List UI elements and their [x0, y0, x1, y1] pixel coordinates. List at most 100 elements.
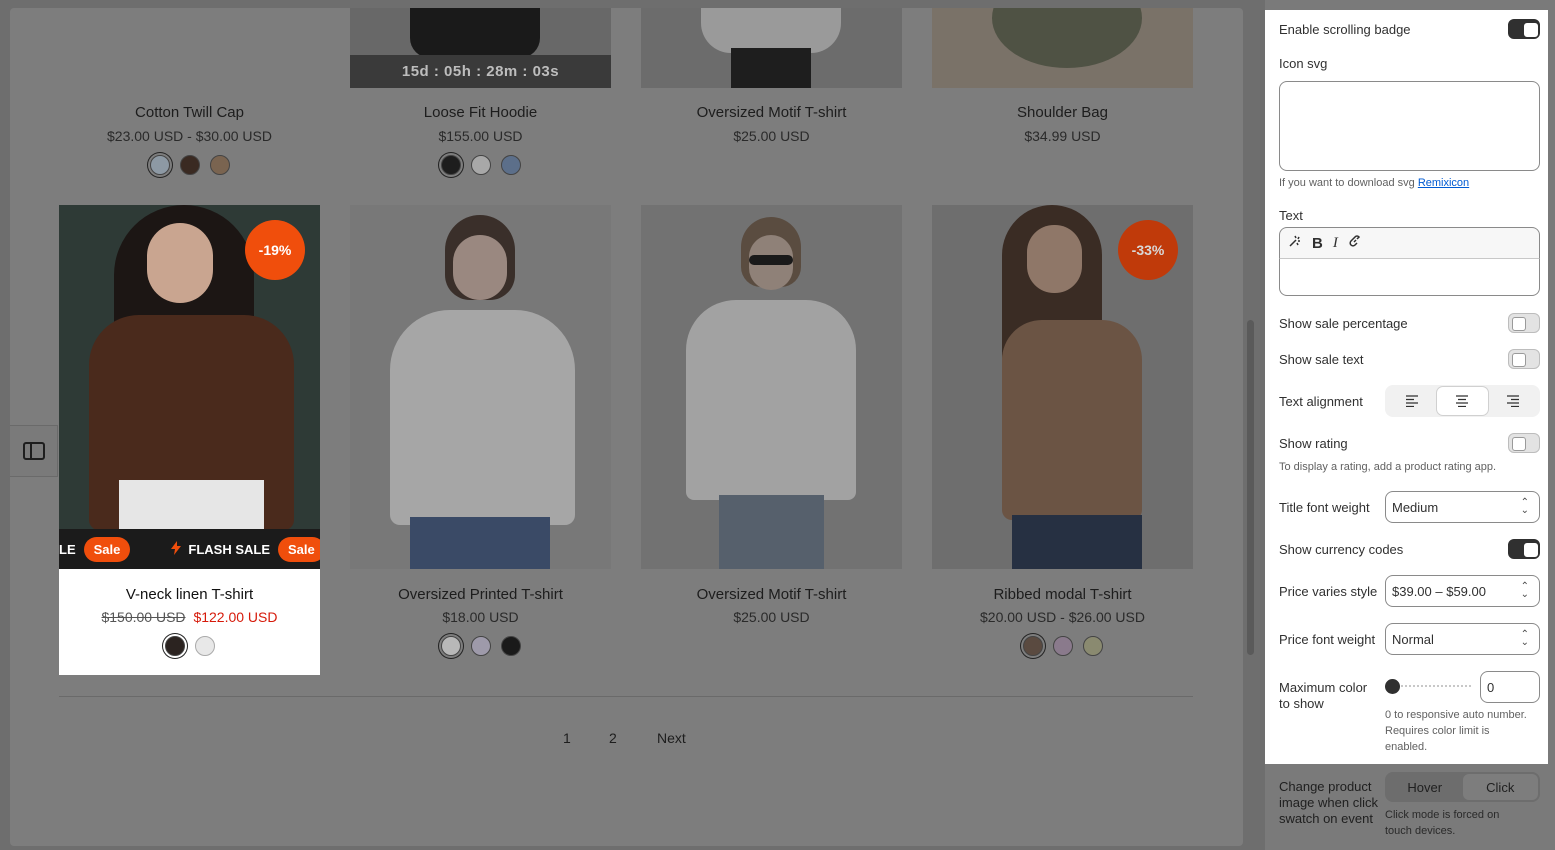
color-swatches [350, 155, 611, 175]
product-image[interactable] [350, 205, 611, 569]
maximum-color-input[interactable]: 0 [1480, 671, 1540, 703]
product-price: $18.00 USD [442, 609, 519, 625]
show-rating-toggle[interactable] [1508, 433, 1540, 453]
bold-icon[interactable]: B [1312, 235, 1323, 252]
product-image[interactable]: 15d : 05h : 28m : 03s [350, 8, 611, 88]
color-swatch[interactable] [1052, 636, 1073, 656]
product-title[interactable]: Cotton Twill Cap [59, 104, 320, 121]
preview-scrollbar[interactable] [1247, 320, 1254, 655]
product-card-oversized-printed-tshirt[interactable]: Oversized Printed T-shirt $18.00 USD [350, 205, 611, 665]
color-swatch[interactable] [440, 636, 461, 656]
sidebar-toggle-button[interactable] [10, 425, 58, 477]
hover-option[interactable]: Hover [1387, 774, 1463, 800]
jeans-figure [410, 517, 550, 569]
show-sale-text-toggle[interactable] [1508, 349, 1540, 369]
product-title[interactable]: V-neck linen T-shirt [59, 586, 320, 603]
product-image[interactable] [932, 8, 1193, 88]
icon-svg-textarea[interactable] [1279, 81, 1540, 171]
product-title[interactable]: Oversized Motif T-shirt [641, 104, 902, 121]
show-rating-help: To display a rating, add a product ratin… [1279, 461, 1497, 473]
maximum-color-slider[interactable] [1385, 679, 1473, 694]
show-sale-percentage-toggle[interactable] [1508, 313, 1540, 333]
product-card-cotton-twill-cap[interactable]: Cotton Twill Cap $23.00 USD - $30.00 USD [59, 8, 320, 188]
align-center-button[interactable] [1437, 387, 1488, 415]
maximum-color-label: Maximum color to show [1279, 680, 1367, 712]
align-center-icon [1456, 395, 1469, 407]
product-image[interactable] [641, 205, 902, 569]
compare-price: $150.00 USD [101, 609, 186, 625]
text-editor-input[interactable] [1279, 259, 1540, 296]
next-page-link[interactable]: Next [657, 730, 686, 746]
title-font-weight-value: Medium [1392, 499, 1439, 515]
color-swatch[interactable] [470, 155, 491, 175]
color-swatch[interactable] [209, 155, 230, 175]
title-font-weight-select[interactable]: Medium ⌃ ⌄ [1385, 491, 1540, 523]
slider-thumb[interactable] [1385, 679, 1400, 694]
align-right-button[interactable] [1488, 387, 1538, 415]
page-2-link[interactable]: 2 [609, 730, 617, 746]
sidebar-icon [22, 442, 45, 460]
maximum-color-help: 0 to responsive auto number. Requires co… [1385, 707, 1527, 755]
magic-icon[interactable] [1288, 234, 1302, 252]
product-card-ribbed-modal-tshirt[interactable]: -33% Ribbed modal T-shirt $20.00 USD - $… [932, 205, 1193, 665]
color-swatch[interactable] [500, 155, 521, 175]
show-currency-codes-label: Show currency codes [1279, 542, 1404, 557]
price-font-weight-select[interactable]: Normal ⌃ ⌄ [1385, 623, 1540, 655]
price-varies-style-value: $39.00 – $59.00 [1392, 583, 1486, 599]
text-alignment-label: Text alignment [1279, 394, 1363, 409]
product-card-oversized-motif-tshirt[interactable]: Oversized Motif T-shirt $25.00 USD [641, 205, 902, 665]
sale-percentage-badge: -19% [245, 220, 305, 280]
color-swatch[interactable] [500, 636, 521, 656]
product-card-oversized-motif-top[interactable]: Oversized Motif T-shirt $25.00 USD [641, 8, 902, 188]
product-image[interactable]: -19% LE Sale FLASH SALE Sale [59, 205, 320, 569]
show-currency-codes-toggle[interactable] [1508, 539, 1540, 559]
bag-figure [992, 8, 1142, 68]
price-varies-style-select[interactable]: $39.00 – $59.00 ⌃ ⌄ [1385, 575, 1540, 607]
enable-scrolling-badge-toggle[interactable] [1508, 19, 1540, 39]
page-1-link[interactable]: 1 [563, 730, 571, 746]
color-swatch[interactable] [164, 636, 185, 656]
color-swatches [932, 636, 1193, 656]
product-image[interactable]: -33% [932, 205, 1193, 569]
icon-svg-help: If you want to download svg [1279, 177, 1415, 189]
color-swatch[interactable] [1022, 636, 1043, 656]
remixicon-link[interactable]: Remixicon [1418, 177, 1469, 189]
click-option[interactable]: Click [1462, 774, 1538, 800]
jeans-figure [1012, 515, 1142, 569]
color-swatches [350, 636, 611, 656]
face-figure [1027, 225, 1082, 293]
link-icon[interactable] [1348, 234, 1362, 252]
maximum-color-label-line: to show [1279, 696, 1324, 711]
flash-icon [170, 540, 182, 558]
product-image[interactable] [59, 8, 320, 88]
product-price: $155.00 USD [438, 128, 523, 144]
color-swatch[interactable] [1082, 636, 1103, 656]
jeans-figure [119, 480, 264, 530]
change-image-label-line: image when click [1279, 795, 1378, 810]
preview-canvas: Cotton Twill Cap $23.00 USD - $30.00 USD… [0, 0, 1265, 850]
face-figure [147, 223, 213, 303]
product-title[interactable]: Oversized Motif T-shirt [641, 586, 902, 603]
color-swatch[interactable] [440, 155, 461, 175]
product-card-v-neck-linen-tshirt[interactable]: -19% LE Sale FLASH SALE Sale V-neck line… [59, 205, 320, 675]
change-image-segmented: Hover Click [1385, 772, 1540, 802]
sale-pill: Sale [83, 536, 131, 562]
product-card-loose-fit-hoodie[interactable]: 15d : 05h : 28m : 03s Loose Fit Hoodie $… [350, 8, 611, 188]
product-title[interactable]: Ribbed modal T-shirt [932, 586, 1193, 603]
product-image[interactable] [641, 8, 902, 88]
settings-panel-overlay-region: Change product image when click swatch o… [1265, 764, 1555, 850]
align-left-button[interactable] [1387, 387, 1437, 415]
color-swatch[interactable] [194, 636, 215, 656]
color-swatch[interactable] [149, 155, 170, 175]
color-swatch[interactable] [470, 636, 491, 656]
product-title[interactable]: Shoulder Bag [932, 104, 1193, 121]
scrolling-badge: LE Sale FLASH SALE Sale [59, 529, 320, 569]
product-price: $20.00 USD - $26.00 USD [980, 609, 1145, 625]
product-title[interactable]: Oversized Printed T-shirt [350, 586, 611, 603]
product-title[interactable]: Loose Fit Hoodie [350, 104, 611, 121]
color-swatch[interactable] [179, 155, 200, 175]
italic-icon[interactable]: I [1333, 235, 1338, 252]
product-card-shoulder-bag[interactable]: Shoulder Bag $34.99 USD [932, 8, 1193, 188]
tshirt-figure [686, 300, 856, 500]
color-swatches [59, 155, 320, 175]
